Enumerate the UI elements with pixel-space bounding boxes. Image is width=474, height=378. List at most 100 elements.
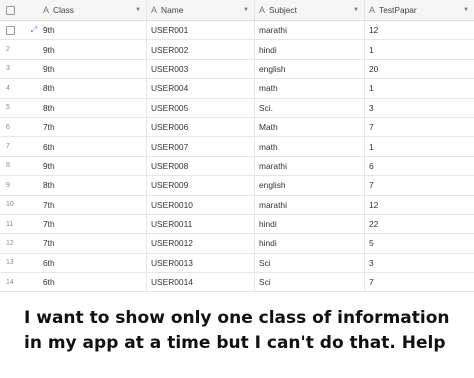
column-header-subject[interactable]: A Subject ▼ [255, 0, 365, 20]
cell-name[interactable]: USER0013 [147, 253, 255, 273]
cell-subject[interactable]: hindi [255, 234, 365, 253]
table-row[interactable]: 10 7th USER0010 marathi 12 [0, 195, 474, 215]
row-expand-cell[interactable] [28, 137, 40, 155]
cell-name[interactable]: USER007 [147, 137, 255, 156]
cell-subject[interactable]: Sci [255, 273, 365, 292]
cell-class[interactable]: 9th [40, 40, 147, 59]
row-expand-cell[interactable] [28, 254, 40, 272]
table-row[interactable]: 7 6th USER007 math 1 [0, 137, 474, 157]
cell-testpapar[interactable]: 20 [365, 60, 474, 78]
row-index-cell[interactable]: 6 [0, 118, 28, 136]
cell-name[interactable]: USER0011 [147, 214, 255, 234]
cell-testpapar[interactable]: 1 [365, 40, 474, 58]
row-expand-cell[interactable] [28, 118, 40, 136]
cell-testpapar[interactable]: 12 [365, 196, 474, 214]
row-expand-cell[interactable] [28, 176, 40, 194]
cell-class[interactable]: 7th [40, 214, 147, 234]
cell-class[interactable]: 7th [40, 234, 147, 253]
row-checkbox[interactable] [6, 25, 15, 35]
header-checkbox-cell[interactable] [0, 0, 28, 20]
cell-class[interactable]: 7th [40, 195, 147, 214]
cell-class[interactable]: 8th [40, 176, 147, 195]
cell-class[interactable]: 9th [40, 21, 147, 40]
row-index-cell[interactable]: 12 [0, 234, 28, 252]
cell-subject[interactable]: marathi [255, 195, 365, 214]
row-index-cell[interactable]: 10 [0, 196, 28, 214]
row-index-cell[interactable]: 14 [0, 273, 28, 291]
column-header-testpapar[interactable]: A TestPapar ▼ [365, 0, 474, 20]
table-row[interactable]: 6 7th USER006 Math 7 [0, 117, 474, 138]
cell-class[interactable]: 9th [40, 156, 147, 176]
cell-testpapar[interactable]: 1 [365, 79, 474, 97]
expand-record-icon[interactable]: ⤢ [31, 26, 37, 34]
row-index-cell[interactable]: 13 [0, 254, 28, 272]
table-row[interactable]: 2 9th USER002 hindi 1 [0, 40, 474, 60]
table-row[interactable]: ⤢ 9th USER001 marathi 12 [0, 21, 474, 41]
row-expand-cell[interactable] [28, 273, 40, 291]
cell-name[interactable]: USER001 [147, 21, 255, 40]
cell-testpapar[interactable]: 3 [365, 254, 474, 272]
table-row[interactable]: 9 8th USER009 english 7 [0, 176, 474, 196]
row-expand-cell[interactable] [28, 40, 40, 58]
cell-testpapar[interactable]: 12 [365, 21, 474, 39]
table-row[interactable]: 13 6th USER0013 Sci 3 [0, 253, 474, 274]
chevron-down-icon[interactable]: ▼ [463, 7, 469, 13]
cell-subject[interactable]: Sci. [255, 98, 365, 117]
cell-name[interactable]: USER0010 [147, 195, 255, 214]
chevron-down-icon[interactable]: ▼ [135, 7, 141, 13]
cell-name[interactable]: USER009 [147, 176, 255, 195]
cell-name[interactable]: USER004 [147, 79, 255, 98]
row-index-cell[interactable]: 7 [0, 137, 28, 155]
cell-testpapar[interactable]: 6 [365, 157, 474, 175]
cell-testpapar[interactable]: 1 [365, 137, 474, 155]
cell-subject[interactable]: hindi [255, 214, 365, 234]
row-expand-cell[interactable] [28, 60, 40, 78]
cell-subject[interactable]: math [255, 79, 365, 98]
cell-class[interactable]: 8th [40, 98, 147, 117]
row-index-cell[interactable]: 9 [0, 176, 28, 194]
column-header-name[interactable]: A Name ▼ [147, 0, 255, 20]
table-row[interactable]: 4 8th USER004 math 1 [0, 79, 474, 99]
row-index-cell[interactable] [0, 21, 28, 39]
row-index-cell[interactable]: 5 [0, 99, 28, 117]
row-index-cell[interactable]: 4 [0, 79, 28, 97]
cell-class[interactable]: 6th [40, 273, 147, 292]
cell-class[interactable]: 6th [40, 253, 147, 273]
row-expand-cell[interactable] [28, 215, 40, 233]
chevron-down-icon[interactable]: ▼ [353, 7, 359, 13]
cell-subject[interactable]: hindi [255, 40, 365, 59]
row-expand-cell[interactable] [28, 99, 40, 117]
table-row[interactable]: 12 7th USER0012 hindi 5 [0, 234, 474, 254]
chevron-down-icon[interactable]: ▼ [243, 7, 249, 13]
table-row[interactable]: 5 8th USER005 Sci. 3 [0, 98, 474, 118]
column-header-class[interactable]: A Class ▼ [40, 0, 147, 20]
cell-class[interactable]: 7th [40, 117, 147, 137]
table-row[interactable]: 14 6th USER0014 Sci 7 [0, 273, 474, 293]
cell-testpapar[interactable]: 22 [365, 215, 474, 233]
select-all-checkbox[interactable] [6, 5, 15, 15]
row-index-cell[interactable]: 2 [0, 40, 28, 58]
cell-subject[interactable]: Math [255, 117, 365, 137]
cell-testpapar[interactable]: 7 [365, 273, 474, 291]
row-index-cell[interactable]: 8 [0, 157, 28, 175]
cell-name[interactable]: USER0012 [147, 234, 255, 253]
row-index-cell[interactable]: 11 [0, 215, 28, 233]
row-index-cell[interactable]: 3 [0, 60, 28, 78]
row-expand-cell[interactable] [28, 79, 40, 97]
cell-name[interactable]: USER002 [147, 40, 255, 59]
row-expand-cell[interactable] [28, 234, 40, 252]
cell-subject[interactable]: english [255, 59, 365, 79]
cell-name[interactable]: USER008 [147, 156, 255, 176]
table-row[interactable]: 11 7th USER0011 hindi 22 [0, 214, 474, 235]
cell-subject[interactable]: english [255, 176, 365, 195]
row-expand-cell[interactable] [28, 196, 40, 214]
cell-name[interactable]: USER005 [147, 98, 255, 117]
cell-subject[interactable]: Sci [255, 253, 365, 273]
cell-subject[interactable]: math [255, 137, 365, 156]
cell-subject[interactable]: marathi [255, 21, 365, 40]
cell-class[interactable]: 8th [40, 79, 147, 98]
cell-name[interactable]: USER003 [147, 59, 255, 79]
table-row[interactable]: 3 9th USER003 english 20 [0, 59, 474, 80]
cell-class[interactable]: 6th [40, 137, 147, 156]
cell-testpapar[interactable]: 5 [365, 234, 474, 252]
